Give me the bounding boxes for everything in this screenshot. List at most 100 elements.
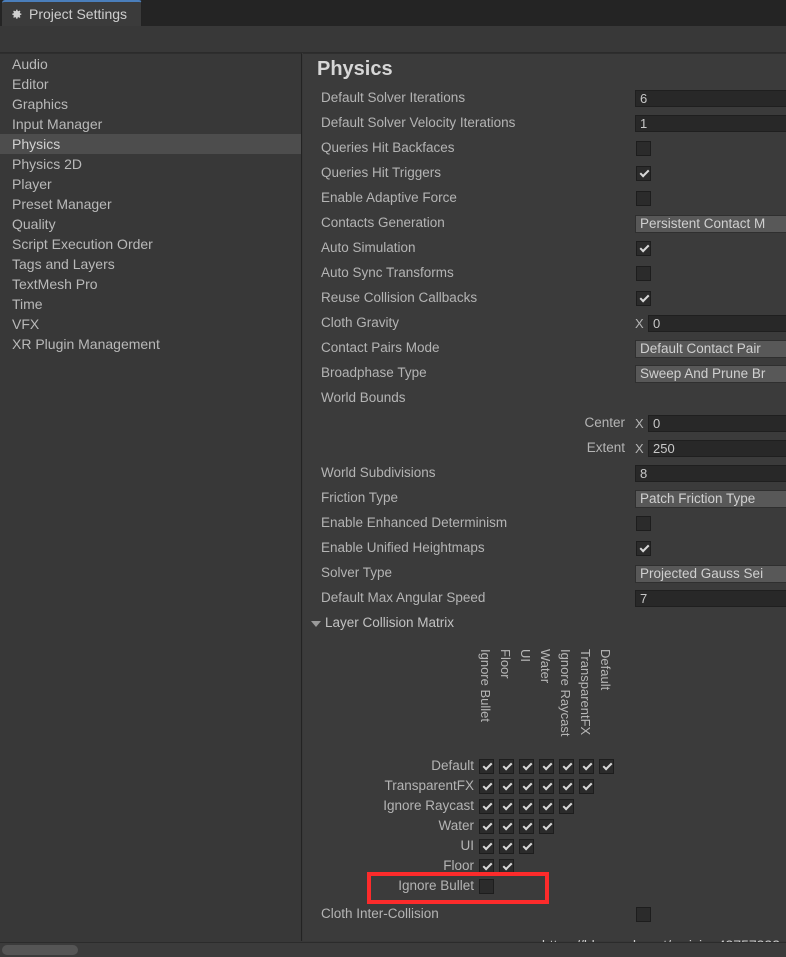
matrix-checkbox-floor-floor[interactable] — [499, 859, 514, 874]
matrix-checkbox-default-water[interactable] — [539, 759, 554, 774]
sidebar-item-label: Graphics — [12, 96, 69, 112]
sidebar-item-physics-2d[interactable]: Physics 2D — [0, 154, 301, 174]
input-center-x[interactable]: 0 — [648, 415, 786, 432]
sidebar-item-label: Player — [12, 176, 52, 192]
matrix-row-label-ignore-bullet: Ignore Bullet — [398, 878, 474, 893]
tab-strip: Project Settings — [0, 0, 786, 26]
sidebar-item-label: Quality — [12, 216, 56, 232]
matrix-checkbox-floor-ignore-bullet[interactable] — [479, 859, 494, 874]
matrix-checkbox-ui-ignore-bullet[interactable] — [479, 839, 494, 854]
foldout-layer-collision-matrix[interactable]: Layer Collision Matrix — [303, 612, 786, 637]
property-row-contact-pairs-mode: Contact Pairs Mode Default Contact Pair — [303, 337, 786, 362]
sidebar-item-player[interactable]: Player — [0, 174, 301, 194]
matrix-checkbox-ui-floor[interactable] — [499, 839, 514, 854]
sidebar-item-textmesh-pro[interactable]: TextMesh Pro — [0, 274, 301, 294]
matrix-column-label-ignore-raycast: Ignore Raycast — [558, 649, 573, 737]
matrix-checkbox-water-floor[interactable] — [499, 819, 514, 834]
sidebar-item-vfx[interactable]: VFX — [0, 314, 301, 334]
sidebar-item-physics[interactable]: Physics — [0, 134, 301, 154]
matrix-checkbox-water-ignore-bullet[interactable] — [479, 819, 494, 834]
horizontal-scrollbar-thumb[interactable] — [2, 945, 78, 955]
matrix-checkbox-ignore-raycast-water[interactable] — [539, 799, 554, 814]
sub-label-extent: Extent — [586, 440, 625, 455]
property-row-friction-type: Friction Type Patch Friction Type — [303, 487, 786, 512]
matrix-checkbox-default-floor[interactable] — [499, 759, 514, 774]
sidebar-item-editor[interactable]: Editor — [0, 74, 301, 94]
sidebar-item-label: XR Plugin Management — [12, 336, 160, 352]
settings-category-list[interactable]: Audio Editor Graphics Input Manager Physics P… — [0, 53, 302, 941]
matrix-checkbox-transparentfx-water[interactable] — [539, 779, 554, 794]
sidebar-item-label: Physics — [12, 136, 61, 152]
label-contact-pairs-mode: Contact Pairs Mode — [321, 340, 440, 355]
matrix-checkbox-transparentfx-ignore-bullet[interactable] — [479, 779, 494, 794]
sidebar-item-preset-manager[interactable]: Preset Manager — [0, 194, 301, 214]
matrix-checkbox-ui-ui[interactable] — [519, 839, 534, 854]
input-world-subdivisions[interactable]: 8 — [635, 465, 786, 482]
matrix-checkbox-water-ui[interactable] — [519, 819, 534, 834]
input-cloth-gravity-x[interactable]: 0 — [648, 315, 786, 332]
sidebar-item-quality[interactable]: Quality — [0, 214, 301, 234]
dropdown-contact-pairs-mode[interactable]: Default Contact Pair — [635, 340, 786, 358]
matrix-column-label-floor: Floor — [498, 649, 513, 679]
matrix-checkbox-ignore-raycast-ignore-bullet[interactable] — [479, 799, 494, 814]
sidebar-item-label: Tags and Layers — [12, 256, 115, 272]
sidebar-item-time[interactable]: Time — [0, 294, 301, 314]
sidebar-item-label: Audio — [12, 56, 48, 72]
matrix-column-label-transparentfx: TransparentFX — [578, 649, 593, 736]
matrix-row-label-ui: UI — [460, 838, 475, 853]
matrix-checkbox-transparentfx-floor[interactable] — [499, 779, 514, 794]
matrix-checkbox-default-transparentfx[interactable] — [579, 759, 594, 774]
matrix-checkbox-ignore-raycast-floor[interactable] — [499, 799, 514, 814]
matrix-checkbox-water-water[interactable] — [539, 819, 554, 834]
sidebar-item-label: Input Manager — [12, 116, 103, 132]
sidebar-item-label: Preset Manager — [12, 196, 112, 212]
toolbar[interactable] — [0, 26, 786, 53]
dropdown-solver-type[interactable]: Projected Gauss Sei — [635, 565, 786, 583]
sidebar-item-audio[interactable]: Audio — [0, 54, 301, 74]
property-row-center: Center X 0 — [303, 412, 786, 437]
tab-label: Project Settings — [29, 6, 128, 22]
matrix-checkbox-default-default[interactable] — [599, 759, 614, 774]
matrix-checkbox-ignore-bullet-ignore-bullet[interactable] — [479, 879, 494, 894]
sidebar-item-label: VFX — [12, 316, 40, 332]
property-row-default-max-angular-speed: Default Max Angular Speed 7 — [303, 587, 786, 612]
tab-project-settings[interactable]: Project Settings — [2, 0, 143, 26]
input-default-max-angular-speed[interactable]: 7 — [635, 590, 786, 607]
matrix-checkbox-transparentfx-ui[interactable] — [519, 779, 534, 794]
gear-icon — [12, 9, 22, 19]
dropdown-friction-type[interactable]: Patch Friction Type — [635, 490, 786, 508]
matrix-checkbox-transparentfx-ignore-raycast[interactable] — [559, 779, 574, 794]
matrix-checkbox-ignore-raycast-ignore-raycast[interactable] — [559, 799, 574, 814]
property-row-cloth-gravity: Cloth Gravity X 0 — [303, 312, 786, 337]
checkbox-enable-unified-heightmaps[interactable] — [636, 541, 651, 556]
matrix-checkbox-ignore-raycast-ui[interactable] — [519, 799, 534, 814]
matrix-checkbox-transparentfx-transparentfx[interactable] — [579, 779, 594, 794]
sidebar-item-graphics[interactable]: Graphics — [0, 94, 301, 114]
property-row-enable-enhanced-determinism: Enable Enhanced Determinism — [303, 512, 786, 537]
checkbox-cloth-inter-collision[interactable] — [636, 907, 651, 922]
matrix-row-label-floor: Floor — [443, 858, 474, 873]
sidebar-item-tags-and-layers[interactable]: Tags and Layers — [0, 254, 301, 274]
axis-label-x: X — [635, 316, 644, 331]
label-default-max-angular-speed: Default Max Angular Speed — [321, 590, 486, 605]
layer-collision-matrix: Ignore Bullet Floor UI Water Ignore Raycast T… — [303, 54, 786, 922]
sidebar-item-label: Physics 2D — [12, 156, 83, 172]
matrix-row-label-water: Water — [438, 818, 474, 833]
sidebar-item-input-manager[interactable]: Input Manager — [0, 114, 301, 134]
matrix-checkbox-default-ignore-bullet[interactable] — [479, 759, 494, 774]
sidebar-item-script-execution-order[interactable]: Script Execution Order — [0, 234, 301, 254]
matrix-column-label-water: Water — [538, 649, 553, 684]
dropdown-broadphase-type[interactable]: Sweep And Prune Br — [635, 365, 786, 383]
horizontal-scrollbar[interactable] — [0, 942, 786, 957]
property-row-solver-type: Solver Type Projected Gauss Sei — [303, 562, 786, 587]
matrix-checkbox-default-ignore-raycast[interactable] — [559, 759, 574, 774]
checkbox-enable-enhanced-determinism[interactable] — [636, 516, 651, 531]
matrix-checkbox-default-ui[interactable] — [519, 759, 534, 774]
sidebar-item-label: TextMesh Pro — [12, 276, 98, 292]
sidebar-item-xr-plugin-management[interactable]: XR Plugin Management — [0, 334, 301, 354]
input-extent-x[interactable]: 250 — [648, 440, 786, 457]
matrix-column-label-ui: UI — [518, 649, 533, 662]
property-row-world-subdivisions: World Subdivisions 8 — [303, 462, 786, 487]
physics-settings-panel: Physics Default Solver Iterations 6 Defaul… — [303, 53, 786, 941]
chevron-down-icon[interactable] — [311, 621, 321, 627]
